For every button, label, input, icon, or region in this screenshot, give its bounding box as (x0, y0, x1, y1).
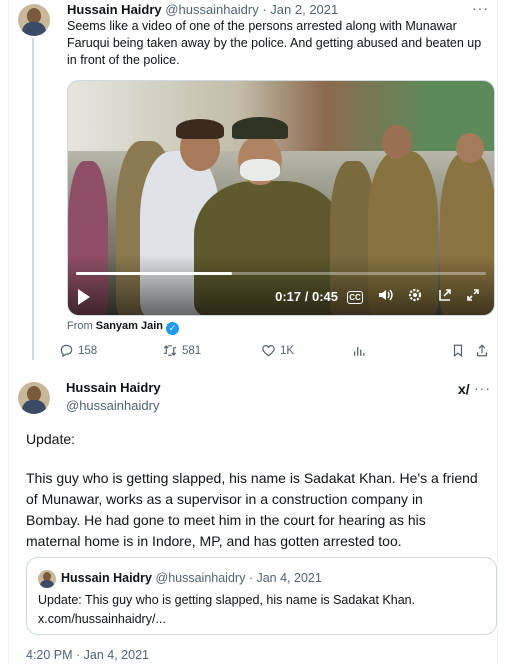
heart-icon (262, 345, 275, 357)
author-name[interactable]: Hussain Haidry (67, 2, 162, 17)
fullscreen-icon[interactable] (464, 287, 482, 305)
volume-icon[interactable] (376, 287, 394, 305)
play-icon[interactable] (78, 289, 90, 305)
repost-button[interactable]: 581 (162, 343, 201, 358)
verified-badge-icon: ✓ (166, 322, 179, 335)
share-button[interactable] (475, 343, 493, 358)
from-user-name[interactable]: Sanyam Jain (96, 320, 163, 332)
main-more-options-icon[interactable]: ··· (474, 380, 491, 396)
share-icon (477, 344, 487, 357)
quoted-tweet[interactable]: Hussain Haidry @hussainhaidry · Jan 4, 2… (26, 557, 497, 635)
from-label: From (67, 320, 93, 332)
author-handle[interactable]: @hussainhaidry (165, 2, 258, 17)
tweet-date[interactable]: Jan 2, 2021 (270, 2, 338, 17)
reply-count: 158 (78, 345, 98, 357)
tweet-thread: Hussain Haidry @hussainhaidry · Jan 2, 2… (8, 0, 498, 664)
like-count: 1K (280, 345, 295, 357)
main-author-name[interactable]: Hussain Haidry (66, 380, 161, 395)
main-author-handle[interactable]: @hussainhaidry (66, 398, 159, 413)
quoted-tweet-header: Hussain Haidry @hussainhaidry · Jan 4, 2… (61, 571, 322, 585)
thread-connector-line (32, 38, 34, 360)
reply-button[interactable]: 158 (59, 343, 97, 358)
analytics-icon (353, 347, 365, 356)
main-tweet-line: of Munawar, works as a supervisor in a c… (26, 491, 423, 507)
first-tweet-text: Seems like a video of one of the persons… (67, 19, 482, 67)
video-time: 0:17 / 0:45 (275, 289, 338, 304)
quoted-author-avatar (38, 570, 56, 588)
main-tweet-line: maternal home is in Indore, MP, and has … (26, 533, 402, 549)
settings-icon[interactable] (406, 287, 424, 305)
main-tweet-text-p1: Update: (26, 431, 76, 447)
quoted-author-handle: @hussainhaidry (155, 571, 246, 585)
quoted-date: Jan 4, 2021 (256, 571, 322, 585)
quoted-text-line: Update: This guy who is getting slapped,… (38, 593, 416, 607)
quoted-author-name: Hussain Haidry (61, 571, 153, 585)
author-avatar[interactable] (18, 4, 50, 36)
grok-icon[interactable]: x/ (458, 381, 470, 397)
captions-icon[interactable]: CC (347, 291, 363, 304)
bookmark-button[interactable] (451, 343, 469, 358)
pip-icon[interactable] (436, 287, 454, 305)
header-separator: · (262, 2, 267, 17)
tweet-timestamp[interactable]: 4:20 PM · Jan 4, 2021 (26, 648, 149, 662)
video-progress-fill (76, 272, 232, 275)
first-tweet-header: Hussain Haidry @hussainhaidry · Jan 2, 2… (67, 2, 338, 17)
like-button[interactable]: 1K (261, 343, 294, 358)
views-button[interactable] (352, 343, 370, 358)
more-options-icon[interactable]: ··· (472, 0, 489, 16)
main-tweet-line: This guy who is getting slapped, his nam… (26, 470, 478, 486)
quoted-tweet-text: Update: This guy who is getting slapped,… (38, 591, 488, 629)
reply-icon (60, 344, 73, 358)
video-attribution: From Sanyam Jain ✓ (67, 320, 179, 335)
quoted-link[interactable]: x.com/hussainhaidry/... (38, 610, 488, 629)
video-progress-bar[interactable] (76, 272, 486, 275)
main-tweet-line: Bombay. He had gone to meet him in the c… (26, 512, 426, 528)
main-author-avatar[interactable] (18, 382, 50, 414)
quoted-separator: · (248, 571, 253, 585)
video-controls-overlay (68, 255, 494, 315)
repost-icon (163, 345, 177, 356)
bookmark-icon (453, 344, 463, 357)
main-tweet-text-p2: This guy who is getting slapped, his nam… (26, 468, 496, 552)
repost-count: 581 (182, 345, 202, 357)
video-player[interactable]: 0:17 / 0:45 CC (67, 80, 495, 316)
